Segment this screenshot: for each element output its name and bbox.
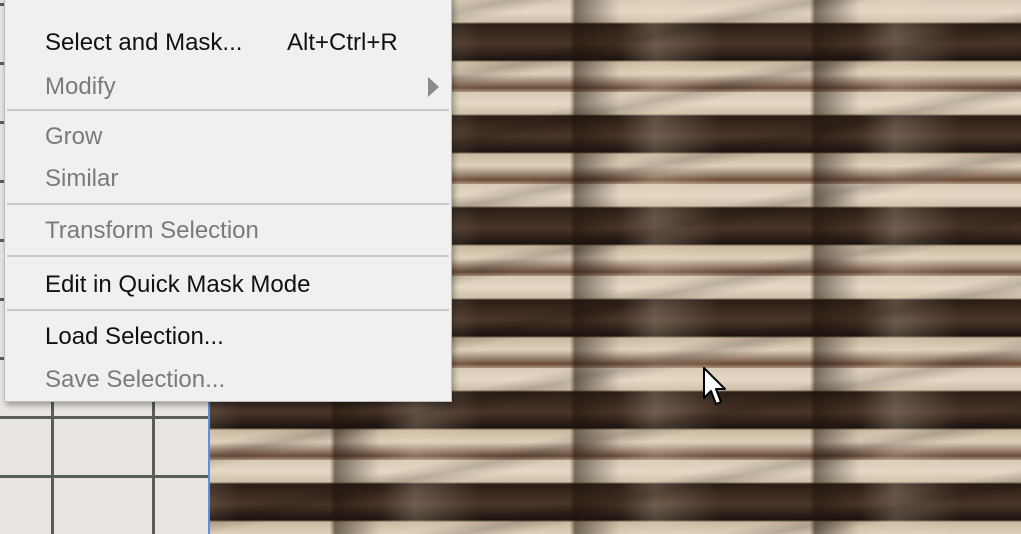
menu-item-similar[interactable]: Similar: [5, 159, 451, 199]
menu-item-save-selection[interactable]: Save Selection...: [5, 360, 451, 400]
menu-separator: [7, 255, 449, 257]
menu-item-modify[interactable]: Modify: [5, 67, 451, 107]
menu-item-grow[interactable]: Grow: [5, 117, 451, 157]
menu-separator: [7, 203, 449, 205]
menu-item-label: Select and Mask...: [45, 29, 243, 56]
menu-item-label: Edit in Quick Mask Mode: [45, 271, 311, 298]
menu-item-transform-selection[interactable]: Transform Selection: [5, 211, 451, 251]
menu-item-label: Load Selection...: [45, 323, 224, 350]
menu-item-label: Similar: [45, 165, 119, 192]
chevron-right-icon: [428, 77, 439, 97]
menu-item-shortcut: Alt+Ctrl+R: [287, 29, 398, 56]
menu-item-label: Modify: [45, 73, 116, 100]
menu-separator: [7, 309, 449, 311]
menu-item-select-and-mask[interactable]: Select and Mask... Alt+Ctrl+R: [5, 23, 451, 63]
menu-item-load-selection[interactable]: Load Selection...: [5, 317, 451, 357]
menu-item-edit-in-quick-mask-mode[interactable]: Edit in Quick Mask Mode: [5, 265, 451, 305]
menu-item-label: Transform Selection: [45, 217, 259, 244]
mouse-pointer-icon: [703, 367, 726, 405]
menu-item-label: Grow: [45, 123, 103, 150]
select-menu-dropdown: Select and Mask... Alt+Ctrl+R Modify Gro…: [4, 0, 452, 402]
menu-item-label: Save Selection...: [45, 366, 226, 393]
menu-separator: [7, 109, 449, 111]
